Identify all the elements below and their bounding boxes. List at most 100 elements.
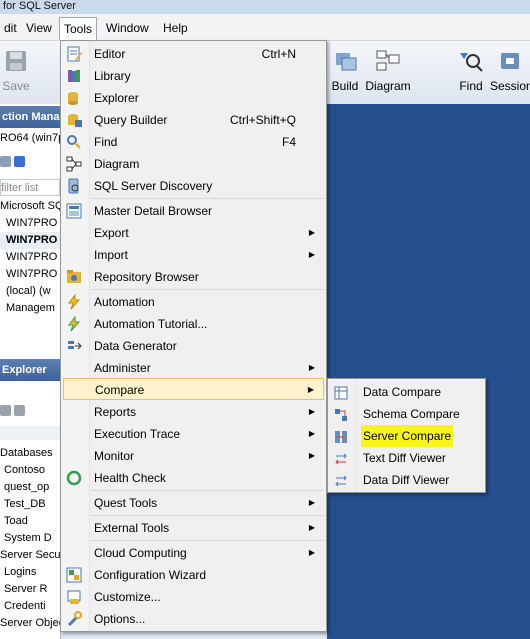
menu-item-health-check[interactable]: Health Check — [63, 467, 324, 489]
menu-item-sql-server-discovery[interactable]: SQL Server Discovery — [63, 175, 324, 197]
connection-manager-header: ction Mana — [0, 106, 60, 128]
tree-item[interactable]: Logins — [0, 564, 64, 581]
menu-item-administer[interactable]: Administer ▶ — [63, 357, 324, 379]
submenu-arrow-icon: ▶ — [308, 363, 315, 372]
menu-item-automation-tutorial[interactable]: Automation Tutorial... — [63, 313, 324, 335]
automation-tutorial-icon — [66, 315, 82, 332]
find-icon — [458, 49, 484, 73]
server-selector[interactable]: RO64 (win7p — [0, 130, 60, 147]
filter-input[interactable]: filter list — [0, 179, 60, 196]
tree-item[interactable]: Microsoft SQ — [0, 198, 60, 215]
explorer-tabs — [0, 426, 60, 440]
menu-item-import[interactable]: Import ▶ — [63, 244, 324, 266]
menu-item-cloud-computing[interactable]: Cloud Computing ▶ — [63, 542, 324, 564]
find-button[interactable]: Find — [456, 49, 486, 93]
menu-item-customize[interactable]: Customize... — [63, 586, 324, 608]
health-check-icon — [66, 470, 82, 486]
session-button[interactable]: Session — [490, 49, 530, 93]
menu-item-library[interactable]: Library — [63, 65, 324, 87]
tree-item[interactable]: Contoso — [0, 462, 64, 479]
menu-item-find[interactable]: Find F4 — [63, 131, 324, 153]
save-icon — [3, 49, 29, 73]
tree-item[interactable]: WIN7PRO — [0, 215, 66, 232]
menu-view[interactable]: View — [22, 19, 56, 37]
menu-item-editor[interactable]: Editor Ctrl+N — [63, 43, 324, 65]
submenu-item-text-diff-viewer[interactable]: Text Diff Viewer — [330, 447, 483, 469]
menu-item-external-tools[interactable]: External Tools ▶ — [63, 517, 324, 539]
menu-edit[interactable]: dit — [0, 19, 21, 37]
build-button[interactable]: Build — [328, 49, 362, 93]
find-icon — [66, 134, 82, 150]
menu-item-monitor[interactable]: Monitor ▶ — [63, 445, 324, 467]
submenu-item-schema-compare[interactable]: Schema Compare — [330, 403, 483, 425]
config-wizard-icon — [66, 567, 82, 583]
explorer-icon — [66, 90, 82, 106]
submenu-arrow-icon: ▶ — [308, 407, 315, 416]
tree-item[interactable]: System D — [0, 530, 64, 547]
submenu-arrow-icon: ▶ — [308, 548, 315, 557]
query-builder-icon — [66, 112, 82, 128]
discovery-icon — [66, 178, 82, 194]
tree-item[interactable]: WIN7PRO — [0, 266, 66, 283]
server-compare-icon — [334, 429, 348, 443]
submenu-item-data-compare[interactable]: Data Compare — [330, 381, 483, 403]
tree-item[interactable]: quest_op — [0, 479, 64, 496]
menu-item-quest-tools[interactable]: Quest Tools ▶ — [63, 492, 324, 514]
data-diff-icon — [334, 473, 348, 487]
menu-item-compare[interactable]: Compare ▶ — [63, 378, 324, 400]
menu-item-configuration-wizard[interactable]: Configuration Wizard — [63, 564, 324, 586]
tree-item[interactable]: Server Secu — [0, 547, 60, 564]
menu-item-execution-trace[interactable]: Execution Trace ▶ — [63, 423, 324, 445]
menu-item-query-builder[interactable]: Query Builder Ctrl+Shift+Q — [63, 109, 324, 131]
menu-item-diagram[interactable]: Diagram — [63, 153, 324, 175]
diagram-icon — [66, 156, 82, 172]
tree-item[interactable]: Test_DB — [0, 496, 64, 513]
menu-item-reports[interactable]: Reports ▶ — [63, 401, 324, 423]
tree-item[interactable]: Credenti — [0, 598, 64, 615]
tree-item-selected[interactable]: WIN7PRO — [0, 232, 66, 249]
master-detail-icon — [66, 203, 82, 219]
submenu-arrow-icon: ▶ — [307, 385, 314, 394]
menu-item-automation[interactable]: Automation — [63, 291, 324, 313]
explorer-toolbar — [0, 403, 60, 417]
menu-item-repository-browser[interactable]: Repository Browser — [63, 266, 324, 288]
tree-item[interactable]: Server R — [0, 581, 64, 598]
refresh-icon[interactable] — [0, 405, 11, 416]
library-icon — [66, 68, 82, 84]
connect-icon[interactable] — [0, 156, 11, 167]
schema-compare-icon — [334, 407, 348, 421]
menu-item-explorer[interactable]: Explorer — [63, 87, 324, 109]
compare-submenu: Data Compare Schema Compare Server Compa… — [327, 378, 486, 493]
save-button[interactable]: Save — [0, 49, 32, 93]
submenu-item-server-compare[interactable]: Server Compare — [330, 425, 483, 447]
tree-item[interactable]: Managem — [0, 300, 66, 317]
tree-item[interactable]: Toad — [0, 513, 64, 530]
build-icon — [332, 49, 358, 73]
menu-tools[interactable]: Tools — [59, 17, 98, 40]
filter-icon[interactable] — [14, 405, 25, 416]
tree-item[interactable]: Databases — [0, 445, 60, 462]
menu-bar: dit View Tools Window Help — [0, 14, 530, 41]
menu-help[interactable]: Help — [159, 19, 192, 37]
diagram-icon — [375, 49, 401, 73]
data-generator-icon — [66, 338, 82, 354]
submenu-item-data-diff-viewer[interactable]: Data Diff Viewer — [330, 469, 483, 491]
menu-item-data-generator[interactable]: Data Generator — [63, 335, 324, 357]
workspace-background — [327, 104, 530, 639]
menu-item-options[interactable]: Options... — [63, 608, 324, 630]
menu-window[interactable]: Window — [102, 19, 153, 37]
pane-toolbar — [0, 154, 60, 168]
menu-item-master-detail-browser[interactable]: Master Detail Browser — [63, 200, 324, 222]
diagram-button[interactable]: Diagram — [363, 49, 413, 93]
session-icon — [497, 49, 523, 73]
tree-item[interactable]: (local) (w — [0, 283, 66, 300]
editor-icon — [66, 46, 82, 62]
customize-icon — [66, 589, 82, 605]
submenu-arrow-icon: ▶ — [308, 451, 315, 460]
menu-item-export[interactable]: Export ▶ — [63, 222, 324, 244]
tree-item[interactable]: WIN7PRO — [0, 249, 66, 266]
disconnect-icon[interactable] — [14, 156, 25, 167]
submenu-arrow-icon: ▶ — [308, 523, 315, 532]
data-compare-icon — [334, 385, 348, 400]
tree-item[interactable]: Server Objec — [0, 615, 60, 632]
